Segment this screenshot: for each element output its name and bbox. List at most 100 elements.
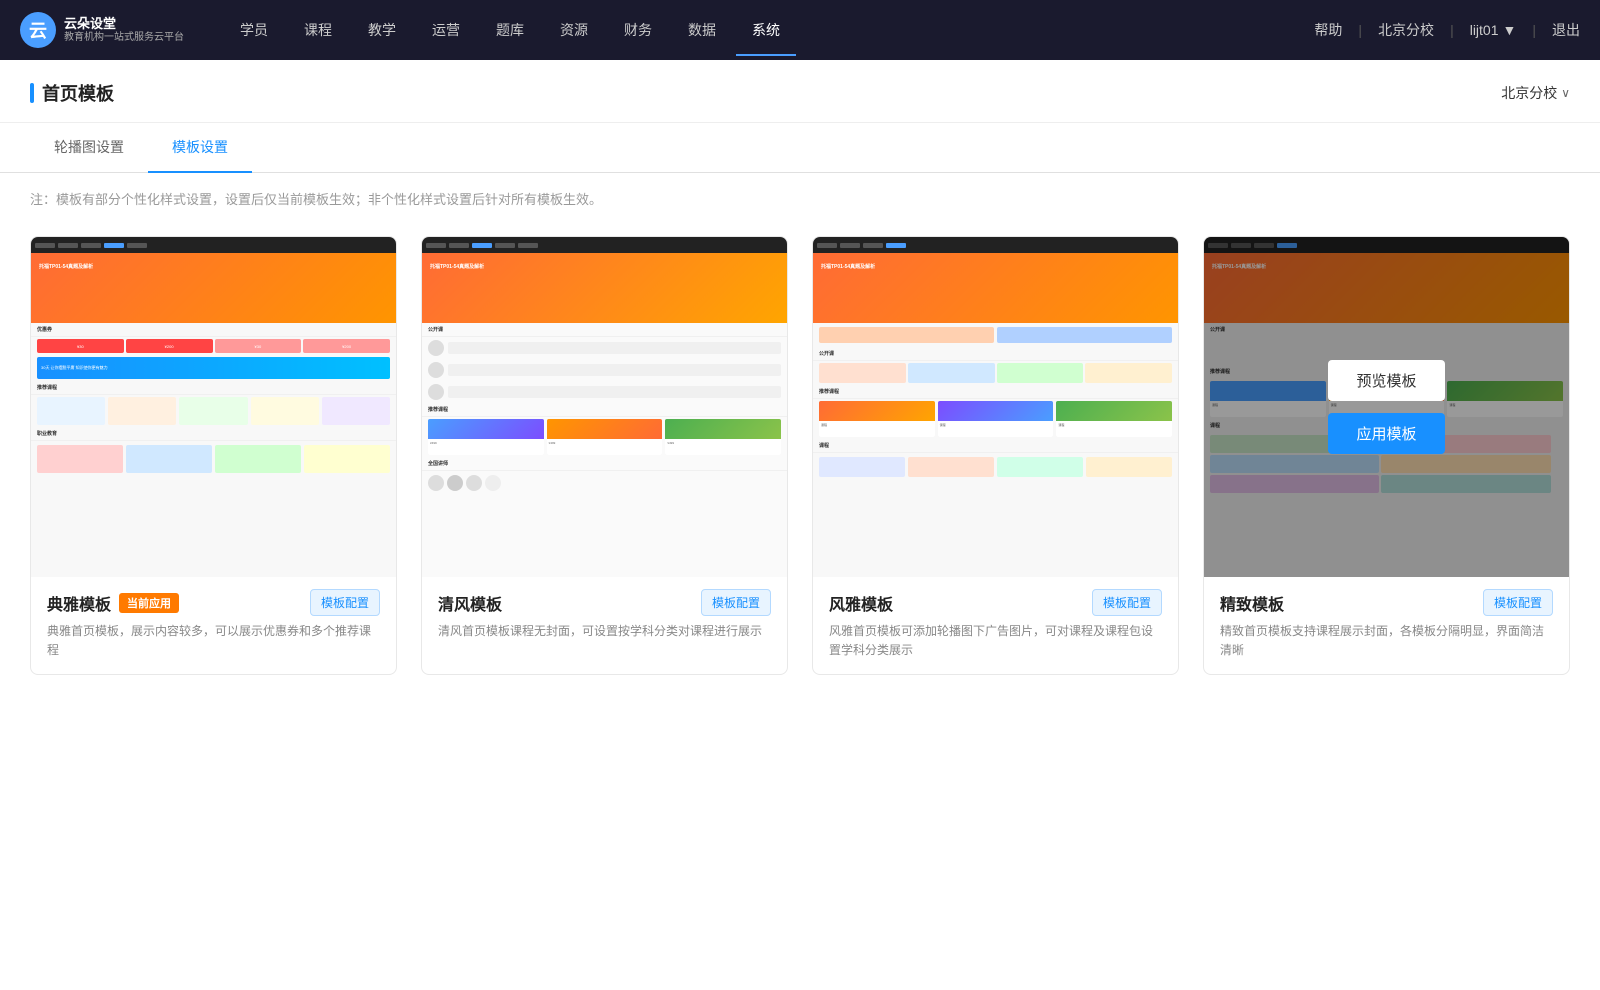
nav-item-operations[interactable]: 运营: [416, 14, 476, 46]
tab-template[interactable]: 模板设置: [148, 123, 252, 173]
rec-courses-title: 推荐课程: [422, 403, 787, 417]
preview-template-button[interactable]: 预览模板: [1328, 360, 1444, 401]
template-card-dianye[interactable]: 托福TP01-54真题及解析 优惠券 ¥30 ¥200 ¥30 ¥200 30天…: [30, 236, 397, 675]
logo-title: 云朵设堂: [64, 16, 184, 32]
course-card-5: [322, 397, 390, 425]
template-info-fengya: 风雅模板 模板配置 风雅首页模板可添加轮播图下广告图片，可对课程及课程包设置学科…: [813, 577, 1178, 674]
logo-text: 云朵设堂 教育机构一站式服务云平台: [64, 16, 184, 44]
nav-right: 帮助 | 北京分校 | lijt01 ▼ | 退出: [1314, 20, 1580, 40]
cc3-2: [908, 457, 994, 477]
mockup-nav: [31, 237, 396, 253]
template-desc-jingzhi: 精致首页模板支持课程展示封面，各模板分隔明显，界面简洁清晰: [1220, 622, 1553, 660]
page-wrapper: 首页模板 北京分校 ∨ 轮播图设置 模板设置 注：模板有部分个性化样式设置，设置…: [0, 60, 1600, 990]
course-card-4: [251, 397, 319, 425]
public-class-cards: [813, 361, 1178, 385]
branch-link[interactable]: 北京分校: [1378, 20, 1434, 40]
config-button-fengya[interactable]: 模板配置: [1092, 589, 1162, 616]
cc3-1: [819, 457, 905, 477]
nav-menu: 学员 课程 教学 运营 题库 资源 财务 数据 系统: [224, 14, 1314, 46]
mockup-hero: 托福TP01-54真题及解析: [31, 253, 396, 323]
pc-card-3: [997, 363, 1084, 383]
template-name-dianye: 典雅模板 当前应用: [47, 591, 179, 615]
teacher-avatar-1: [428, 340, 444, 356]
template-name-fengya: 风雅模板: [829, 591, 893, 615]
nav-item-data[interactable]: 数据: [672, 14, 732, 46]
template-overlay: 预览模板 应用模板: [1204, 237, 1569, 577]
national-avatar-2: [447, 475, 463, 491]
template-desc-dianye: 典雅首页模板，展示内容较多，可以展示优惠券和多个推荐课程: [47, 622, 380, 660]
template-card-qingfeng[interactable]: 托福TP01-54真题及解析 公开课: [421, 236, 788, 675]
logo-icon: 云: [20, 12, 56, 48]
edu-title: 职业教育: [31, 427, 396, 441]
branch-chevron-icon: ∨: [1561, 86, 1570, 100]
nav-dot: [449, 243, 469, 248]
courses-cards3: [813, 453, 1178, 481]
nav-item-resources[interactable]: 资源: [544, 14, 604, 46]
tab-carousel[interactable]: 轮播图设置: [30, 123, 148, 173]
course-text-1: ¥499: [428, 439, 544, 455]
mockup-qingfeng: 托福TP01-54真题及解析 公开课: [422, 237, 787, 577]
cc3-3: [997, 457, 1083, 477]
mockup-hero3: 托福TP01-54真题及解析: [813, 253, 1178, 323]
teacher-avatar-2: [428, 362, 444, 378]
rec-course-2: ¥499: [547, 419, 663, 455]
template-name-qingfeng: 清风模板: [438, 591, 502, 615]
template-info-qingfeng: 清风模板 模板配置 清风首页模板课程无封面，可设置按学科分类对课程进行展示: [422, 577, 787, 655]
apply-template-button[interactable]: 应用模板: [1328, 413, 1444, 454]
config-button-qingfeng[interactable]: 模板配置: [701, 589, 771, 616]
pc-card-1: [819, 363, 906, 383]
mockup-nav3: [813, 237, 1178, 253]
ci-3: [1056, 401, 1172, 421]
template-card-fengya[interactable]: 托福TP01-54真题及解析 公开课: [812, 236, 1179, 675]
course-3-3: 课程: [1056, 401, 1172, 437]
help-link[interactable]: 帮助: [1314, 20, 1342, 40]
national-avatar-4: [485, 475, 501, 491]
template-preview-dianye: 托福TP01-54真题及解析 优惠券 ¥30 ¥200 ¥30 ¥200 30天…: [31, 237, 396, 577]
logo: 云 云朵设堂 教育机构一站式服务云平台: [20, 12, 184, 48]
teachers-row3: [422, 381, 787, 403]
course-card-2: [108, 397, 176, 425]
nav-dot: [81, 243, 101, 248]
national-title: 全国讲师: [422, 457, 787, 471]
current-badge: 当前应用: [119, 593, 179, 613]
mockup-dianye: 托福TP01-54真题及解析 优惠券 ¥30 ¥200 ¥30 ¥200 30天…: [31, 237, 396, 577]
nav-dot: [127, 243, 147, 248]
course-text-3: ¥499: [665, 439, 781, 455]
nav-dot: [58, 243, 78, 248]
rec-courses-row: ¥499 ¥499 ¥499: [422, 417, 787, 457]
logout-link[interactable]: 退出: [1552, 20, 1580, 40]
config-button-dianye[interactable]: 模板配置: [310, 589, 380, 616]
course-img-3: [665, 419, 781, 439]
public-class-title3: 公开课: [813, 347, 1178, 361]
rec-row3: 课程 课程 课程: [813, 399, 1178, 439]
course-3-2: 课程: [938, 401, 1054, 437]
nav-dot: [426, 243, 446, 248]
hero-text: 托福TP01-54真题及解析: [39, 263, 93, 270]
ci-2: [938, 401, 1054, 421]
nav-dot: [840, 243, 860, 248]
course-card-1: [37, 397, 105, 425]
nav-item-system[interactable]: 系统: [736, 14, 796, 46]
nav-dot: [518, 243, 538, 248]
nav-divider: |: [1358, 22, 1362, 38]
nav-dot-active: [886, 243, 906, 248]
branch-selector[interactable]: 北京分校 ∨: [1501, 83, 1570, 103]
course-text-2: ¥499: [547, 439, 663, 455]
mockup-hero2: 托福TP01-54真题及解析: [422, 253, 787, 323]
template-desc-qingfeng: 清风首页模板课程无封面，可设置按学科分类对课程进行展示: [438, 622, 771, 641]
name-row-qingfeng: 清风模板 模板配置: [438, 589, 771, 616]
config-button-jingzhi[interactable]: 模板配置: [1483, 589, 1553, 616]
nav-item-questions[interactable]: 题库: [480, 14, 540, 46]
nav-item-students[interactable]: 学员: [224, 14, 284, 46]
nav-dot-active: [104, 243, 124, 248]
nav-item-courses[interactable]: 课程: [288, 14, 348, 46]
template-preview-fengya: 托福TP01-54真题及解析 公开课: [813, 237, 1178, 577]
note-text: 注：模板有部分个性化样式设置，设置后仅当前模板生效；非个性化样式设置后针对所有模…: [30, 192, 602, 207]
template-card-jingzhi[interactable]: 托福TP01-54真题及解析 公开课 推荐课程 课程: [1203, 236, 1570, 675]
mockup-fengya: 托福TP01-54真题及解析 公开课: [813, 237, 1178, 577]
user-menu[interactable]: lijt01 ▼: [1470, 22, 1517, 38]
national-avatar-3: [466, 475, 482, 491]
nav-item-teaching[interactable]: 教学: [352, 14, 412, 46]
cc3-4: [1086, 457, 1172, 477]
nav-item-finance[interactable]: 财务: [608, 14, 668, 46]
